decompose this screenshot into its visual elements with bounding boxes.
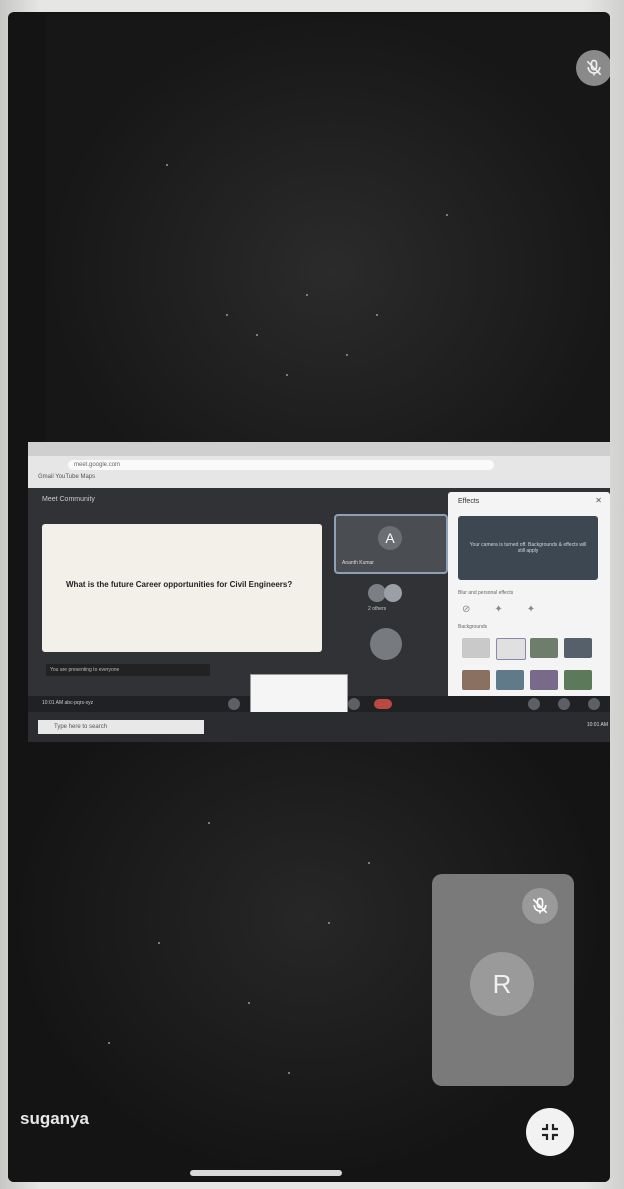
presentation-slide: What is the future Career opportunities … bbox=[42, 524, 322, 652]
noise-speck bbox=[248, 1002, 250, 1004]
bookmarks-bar: Gmail YouTube Maps bbox=[38, 474, 96, 480]
phone-screen: meet.google.com Gmail YouTube Maps Meet … bbox=[8, 12, 610, 1182]
others-label: 2 others bbox=[368, 606, 387, 612]
noise-speck bbox=[368, 862, 370, 864]
noise-speck bbox=[346, 354, 348, 356]
noise-speck bbox=[108, 1042, 110, 1044]
background-option[interactable] bbox=[462, 638, 490, 658]
preview-message: Your camera is turned off. Backgrounds &… bbox=[469, 542, 587, 554]
background-option[interactable] bbox=[530, 638, 558, 658]
avatar: R bbox=[470, 952, 534, 1016]
self-view-tile[interactable]: R bbox=[432, 874, 574, 1086]
background-option[interactable] bbox=[530, 670, 558, 690]
noise-speck bbox=[226, 314, 228, 316]
others-tile[interactable]: 2 others bbox=[368, 584, 412, 614]
exit-fullscreen-icon[interactable] bbox=[526, 1108, 574, 1156]
participant-avatar[interactable] bbox=[370, 628, 402, 660]
avatar: A bbox=[378, 526, 402, 550]
noise-speck bbox=[208, 822, 210, 824]
meet-window: Meet Community What is the future Career… bbox=[28, 488, 610, 716]
taskbar-search[interactable]: Type here to search bbox=[38, 720, 204, 734]
presenter-tile[interactable]: A Ananth Kumar bbox=[334, 514, 448, 574]
leave-call-button[interactable] bbox=[374, 699, 392, 709]
windows-taskbar: Type here to search 10:01 AM bbox=[28, 712, 610, 742]
participant-name: Ananth Kumar bbox=[342, 560, 374, 566]
effects-title: Effects bbox=[458, 498, 480, 505]
browser-toolbar: meet.google.com Gmail YouTube Maps bbox=[28, 442, 610, 488]
avatar bbox=[384, 584, 402, 602]
meeting-time: 10:01 AM abc-pqrs-xyz bbox=[42, 700, 94, 706]
chat-button[interactable] bbox=[528, 698, 540, 710]
speaker-name: suganya bbox=[20, 1109, 89, 1128]
effects-panel: Effects ✕ Your camera is turned off. Bac… bbox=[448, 492, 610, 702]
mic-off-icon[interactable] bbox=[522, 888, 558, 924]
noise-speck bbox=[286, 374, 288, 376]
noise-speck bbox=[166, 164, 168, 166]
noise-speck bbox=[288, 1072, 290, 1074]
mic-off-icon[interactable] bbox=[576, 50, 610, 86]
address-bar[interactable]: meet.google.com bbox=[68, 460, 494, 470]
backgrounds-section-label: Backgrounds bbox=[458, 624, 488, 630]
background-option[interactable] bbox=[564, 670, 592, 690]
popup-window[interactable] bbox=[250, 674, 348, 716]
noise-speck bbox=[306, 294, 308, 296]
noise-speck bbox=[256, 334, 258, 336]
blur-section-label: Blur and personal effects bbox=[458, 590, 514, 596]
noise-speck bbox=[376, 314, 378, 316]
noise-speck bbox=[158, 942, 160, 944]
system-clock: 10:01 AM bbox=[586, 722, 608, 728]
background-option[interactable] bbox=[496, 638, 526, 660]
people-button[interactable] bbox=[558, 698, 570, 710]
participant-tile-top bbox=[46, 14, 610, 442]
shared-screen: meet.google.com Gmail YouTube Maps Meet … bbox=[28, 442, 610, 742]
more-button[interactable] bbox=[348, 698, 360, 710]
background-option[interactable] bbox=[496, 670, 524, 690]
meeting-title: Meet Community bbox=[42, 496, 95, 503]
slide-question: What is the future Career opportunities … bbox=[66, 580, 293, 589]
background-option[interactable] bbox=[564, 638, 592, 658]
presenting-caption: You are presenting to everyone bbox=[46, 664, 210, 676]
browser-tab-strip bbox=[28, 442, 610, 456]
background-option[interactable] bbox=[462, 670, 490, 690]
activities-button[interactable] bbox=[588, 698, 600, 710]
close-icon[interactable]: ✕ bbox=[595, 496, 602, 505]
noise-speck bbox=[446, 214, 448, 216]
noise-speck bbox=[328, 922, 330, 924]
mic-button[interactable] bbox=[228, 698, 240, 710]
home-indicator[interactable] bbox=[190, 1170, 342, 1176]
blur-options[interactable]: ⊘✦✦ bbox=[462, 604, 559, 615]
